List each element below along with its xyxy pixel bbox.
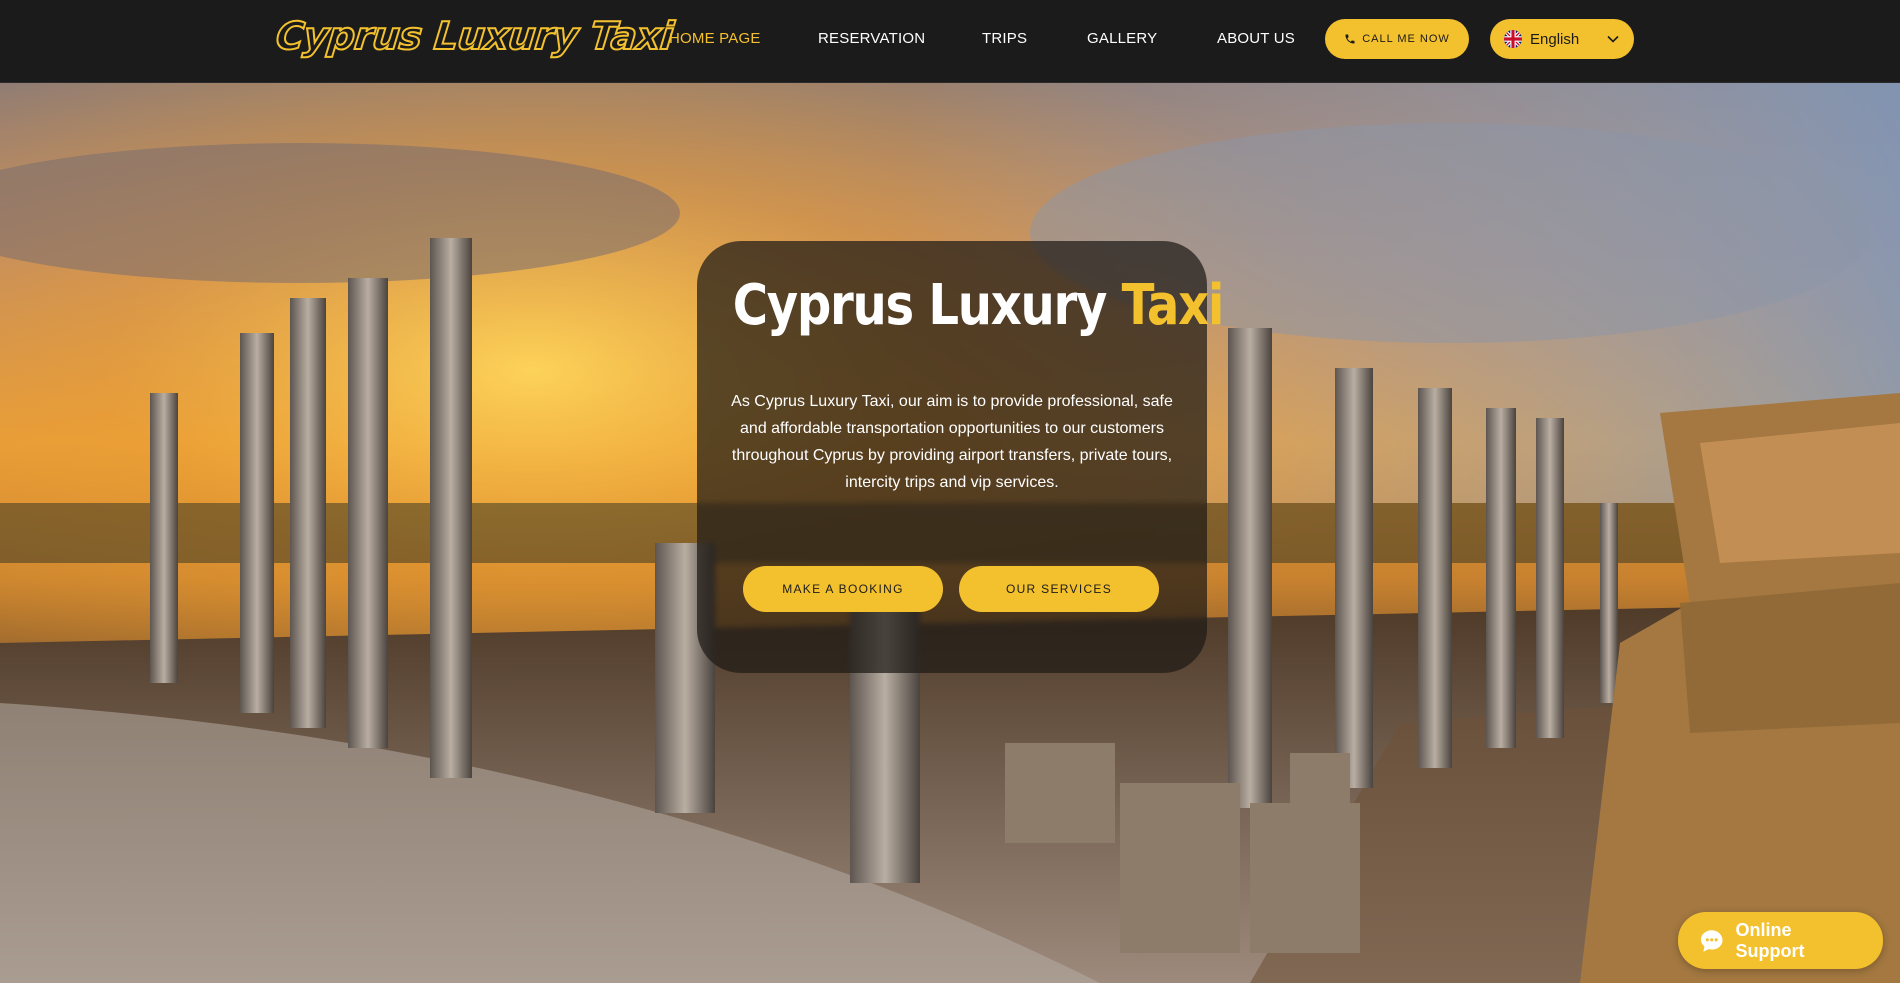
nav-gallery[interactable]: GALLERY bbox=[1087, 30, 1157, 47]
site-logo[interactable]: Cyprus Luxury Taxi bbox=[273, 13, 676, 64]
our-services-button[interactable]: OUR SERVICES bbox=[959, 566, 1159, 612]
online-support-button[interactable]: Online Support bbox=[1678, 912, 1883, 969]
nav-about-us[interactable]: ABOUT US bbox=[1217, 30, 1295, 47]
hero-title-accent: Taxi bbox=[1121, 273, 1225, 338]
site-header: Cyprus Luxury Taxi HOME PAGE RESERVATION… bbox=[0, 0, 1900, 83]
call-me-now-button[interactable]: CALL ME NOW bbox=[1325, 19, 1469, 59]
chevron-down-icon bbox=[1607, 35, 1619, 43]
nav-home-page[interactable]: HOME PAGE bbox=[669, 30, 761, 47]
hero-description: As Cyprus Luxury Taxi, our aim is to pro… bbox=[731, 393, 1173, 491]
hero-section: Cyprus Luxury Taxi As Cyprus Luxury Taxi… bbox=[0, 83, 1900, 983]
nav-trips[interactable]: TRIPS bbox=[982, 30, 1027, 47]
language-selector[interactable]: English bbox=[1490, 19, 1634, 59]
chat-bubble-icon bbox=[1700, 929, 1723, 952]
language-label: English bbox=[1530, 30, 1580, 48]
call-label: CALL ME NOW bbox=[1362, 33, 1450, 45]
hero-title: Cyprus Luxury Taxi bbox=[732, 273, 1225, 338]
hero-card: Cyprus Luxury Taxi As Cyprus Luxury Taxi… bbox=[697, 241, 1225, 673]
uk-flag-icon bbox=[1504, 30, 1522, 48]
phone-icon bbox=[1345, 34, 1355, 44]
make-a-booking-button[interactable]: MAKE A BOOKING bbox=[743, 566, 943, 612]
nav-reservation[interactable]: RESERVATION bbox=[818, 30, 925, 47]
online-support-label: Online Support bbox=[1735, 919, 1805, 961]
hero-title-main: Cyprus Luxury bbox=[732, 273, 1108, 338]
